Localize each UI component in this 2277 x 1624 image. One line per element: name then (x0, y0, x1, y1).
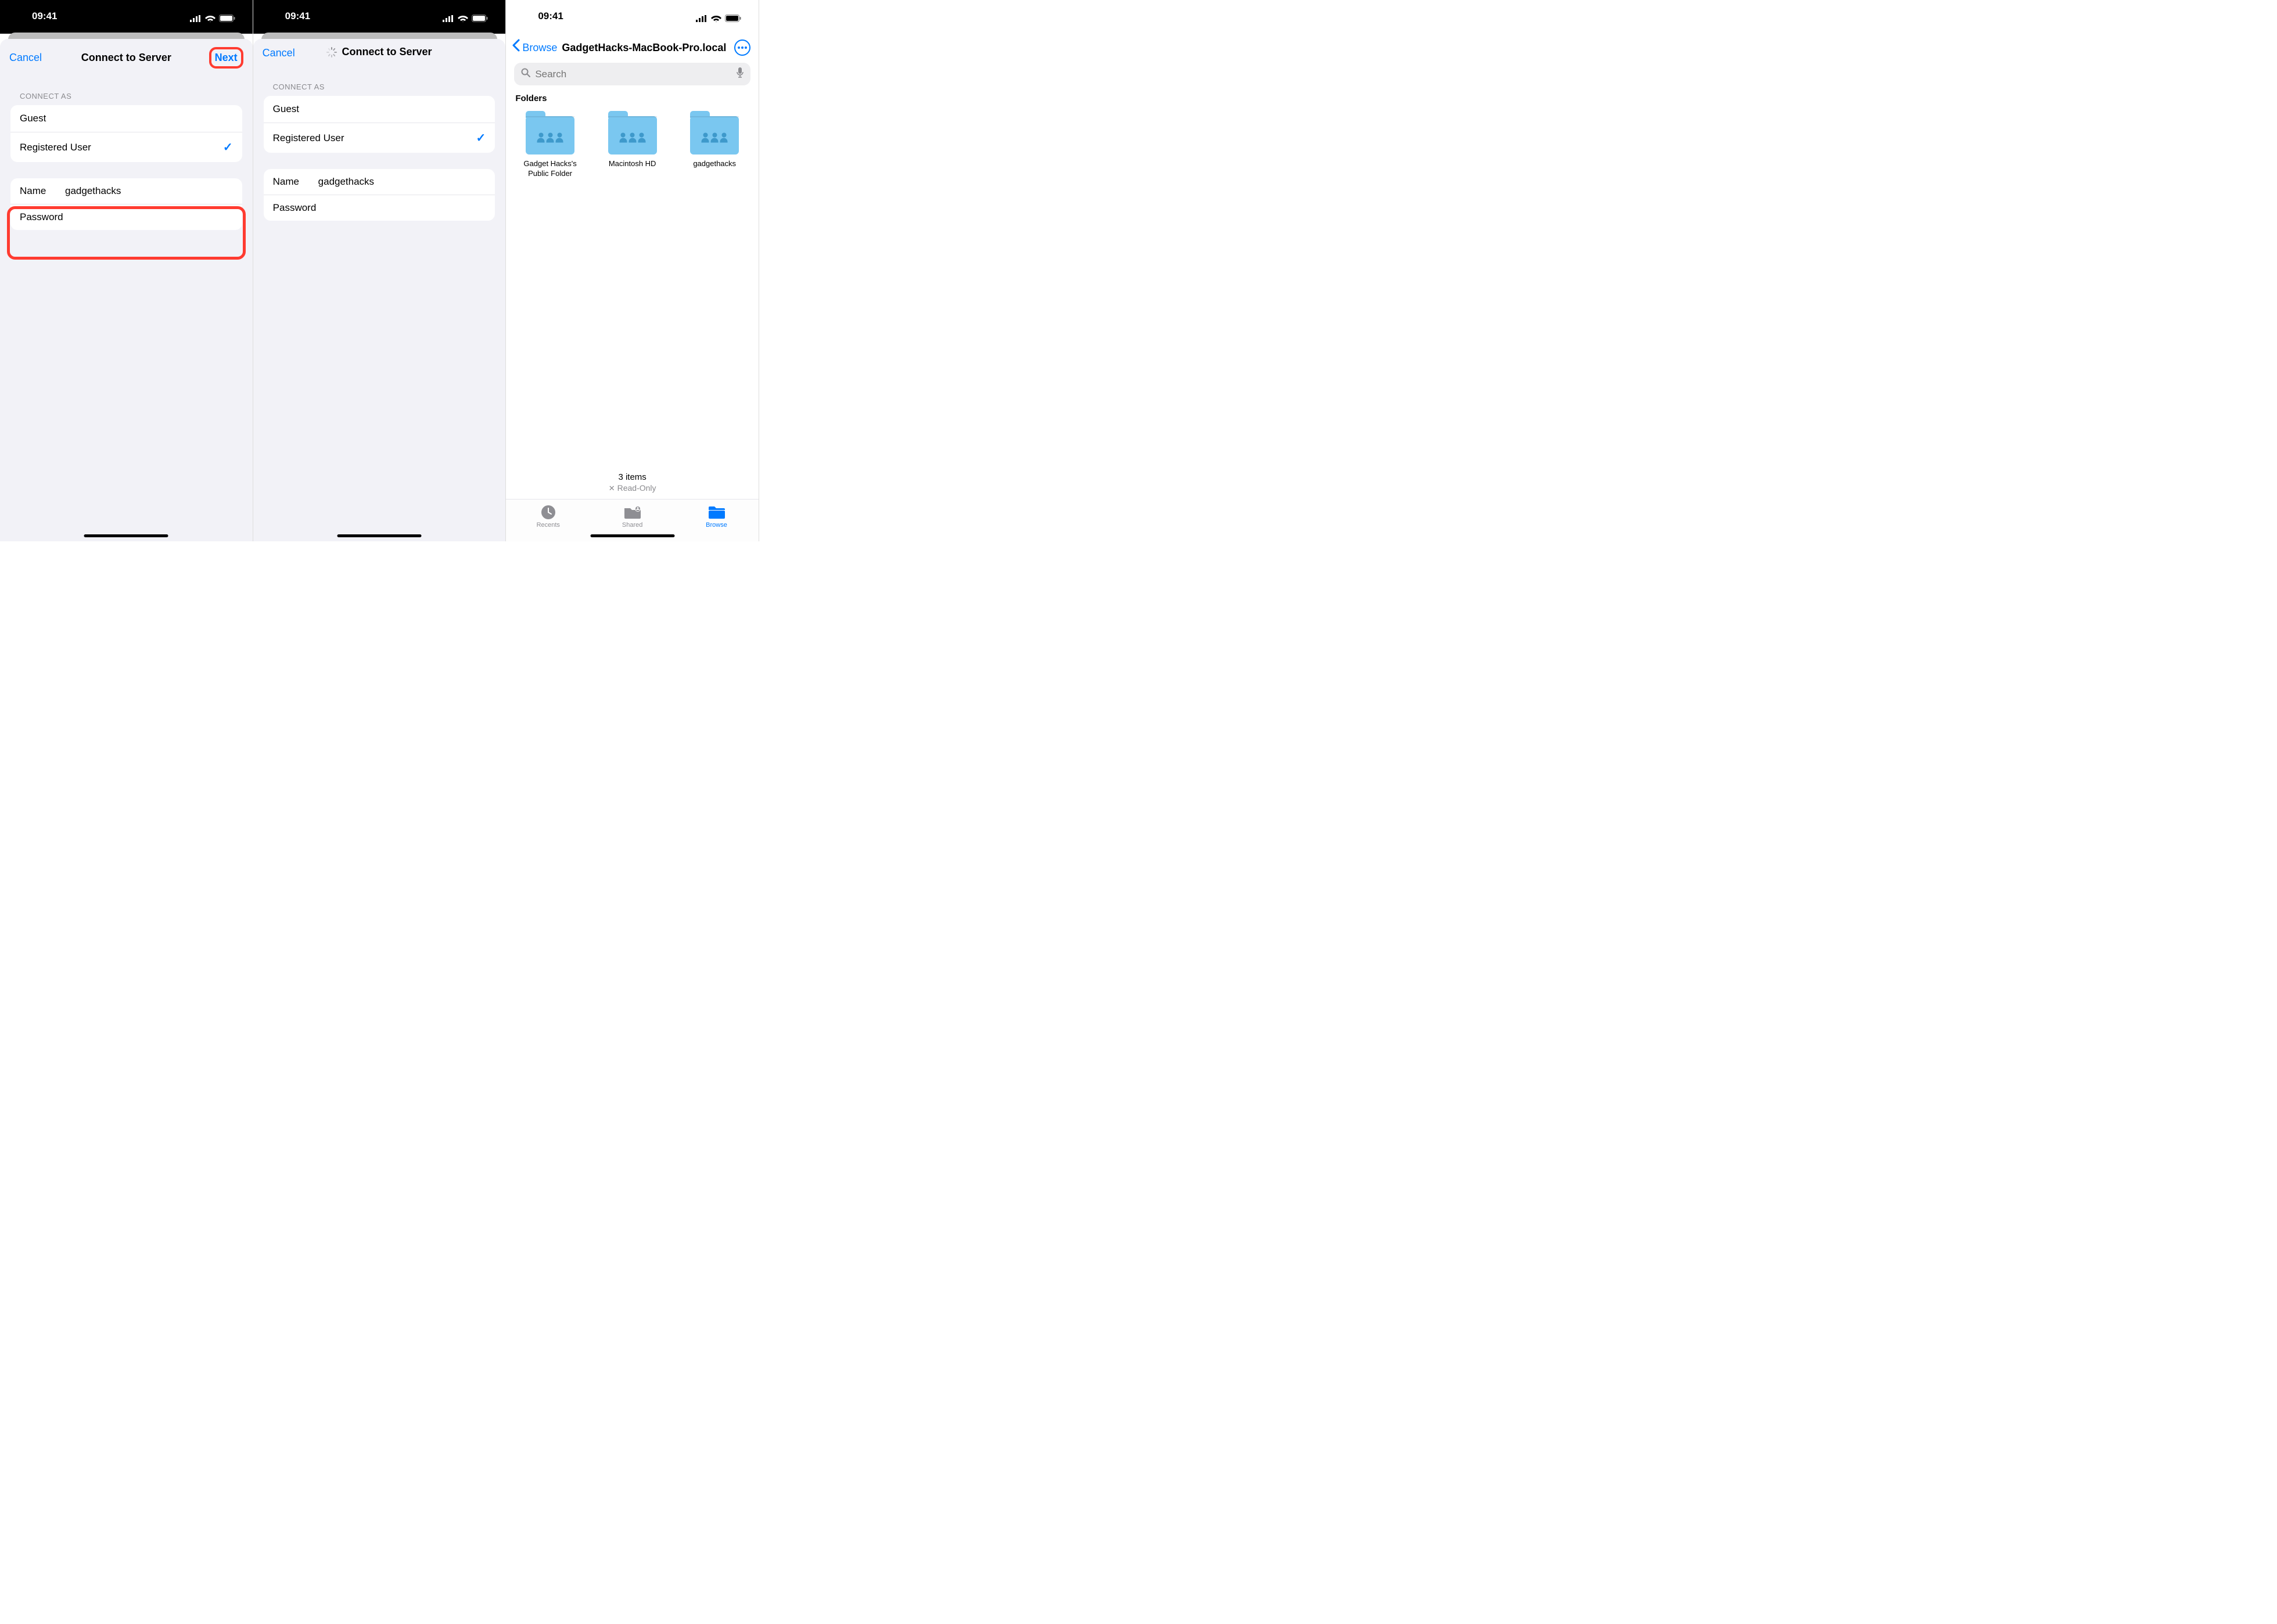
folder-grid: Gadget Hacks's Public Folder Macintosh H… (506, 109, 759, 179)
password-label: Password (273, 202, 318, 214)
wifi-icon (205, 15, 216, 22)
registered-label: Registered User (20, 142, 91, 153)
password-row[interactable]: Password (264, 195, 495, 221)
x-icon: ✕ (609, 484, 615, 493)
folder-macintosh-hd[interactable]: Macintosh HD (598, 116, 667, 179)
checkmark-icon: ✓ (476, 131, 486, 145)
cancel-button[interactable]: Cancel (9, 52, 56, 64)
username-row[interactable]: Name (264, 169, 495, 195)
checkmark-icon: ✓ (223, 140, 233, 155)
connect-sheet: Cancel Connect to Server Next CONNECT AS… (0, 39, 253, 541)
search-bar[interactable] (514, 63, 750, 85)
folder-gadgethacks[interactable]: gadgethacks (680, 116, 749, 179)
home-indicator[interactable] (590, 534, 674, 537)
folder-name: Macintosh HD (598, 159, 667, 169)
guest-option[interactable]: Guest (264, 96, 495, 123)
status-bar: 09:41 (0, 0, 253, 34)
cellular-icon (696, 15, 707, 22)
cancel-button[interactable]: Cancel (263, 47, 309, 59)
screen-connect-initial: 09:41 Cancel Connect to Server Next (0, 0, 253, 541)
sheet-title: Connect to Server (342, 46, 432, 58)
status-icons (696, 15, 741, 22)
password-row[interactable]: Password (10, 204, 242, 230)
next-button-wrap: Next (197, 47, 243, 69)
name-label: Name (20, 185, 65, 197)
search-icon (521, 68, 530, 80)
home-indicator[interactable] (337, 534, 421, 537)
location-title: GadgetHacks-MacBook-Pro.local (562, 42, 732, 54)
folder-icon (526, 116, 574, 155)
recents-tab[interactable]: Recents (519, 504, 577, 529)
connect-as-label: CONNECT AS (253, 66, 506, 96)
username-input[interactable] (318, 176, 486, 188)
guest-option[interactable]: Guest (10, 105, 242, 132)
wifi-icon (458, 15, 468, 22)
folder-name: gadgethacks (680, 159, 749, 169)
folders-section-label: Folders (506, 94, 759, 109)
search-input[interactable] (535, 69, 732, 80)
name-label: Name (273, 176, 318, 188)
password-label: Password (20, 211, 65, 223)
tab-label: Recents (519, 522, 577, 529)
registered-label: Registered User (273, 132, 344, 144)
readonly-label: Read-Only (617, 483, 656, 493)
folder-icon (688, 504, 746, 520)
status-icons (190, 15, 235, 22)
guest-label: Guest (20, 113, 46, 124)
password-input[interactable] (65, 211, 233, 223)
status-bar: 09:41 (253, 0, 506, 34)
home-indicator[interactable] (84, 534, 168, 537)
browse-tab[interactable]: Browse (688, 504, 746, 529)
battery-icon (472, 15, 488, 22)
connect-sheet: Cancel Connect to Server CONNECT AS Gues… (253, 39, 506, 541)
sheet-navbar: Cancel Connect to Server Next (0, 39, 253, 76)
wifi-icon (711, 15, 721, 22)
password-input[interactable] (318, 202, 486, 214)
registered-user-option[interactable]: Registered User ✓ (10, 132, 242, 162)
next-highlight: Next (209, 47, 243, 69)
username-input[interactable] (65, 185, 233, 197)
spinner-icon (326, 47, 337, 58)
tab-label: Shared (604, 522, 662, 529)
status-time: 09:41 (271, 10, 310, 22)
credentials-list: Name Password (10, 178, 242, 230)
back-button[interactable]: Browse (522, 42, 557, 54)
microphone-icon[interactable] (737, 67, 744, 81)
status-time: 09:41 (523, 10, 563, 22)
back-chevron-icon[interactable] (512, 38, 520, 56)
screen-files-browse: 09:41 Browse (506, 0, 759, 541)
more-options-button[interactable] (734, 39, 750, 56)
nav-header: Browse GadgetHacks-MacBook-Pro.local (506, 34, 759, 60)
battery-icon (725, 15, 741, 22)
tab-label: Browse (688, 522, 746, 529)
username-row[interactable]: Name (10, 178, 242, 204)
readonly-status: ✕Read-Only (506, 483, 759, 499)
cellular-icon (190, 15, 202, 22)
connect-as-list: Guest Registered User ✓ (264, 96, 495, 153)
item-count: 3 items (506, 472, 759, 483)
folder-public[interactable]: Gadget Hacks's Public Folder (515, 116, 585, 179)
battery-icon (219, 15, 235, 22)
connect-as-list: Guest Registered User ✓ (10, 105, 242, 162)
status-time: 09:41 (17, 10, 57, 22)
registered-user-option[interactable]: Registered User ✓ (264, 123, 495, 153)
folder-icon (690, 116, 739, 155)
shared-tab[interactable]: Shared (604, 504, 662, 529)
sheet-navbar: Cancel Connect to Server (253, 39, 506, 66)
connect-as-label: CONNECT AS (0, 76, 253, 105)
cellular-icon (443, 15, 454, 22)
status-icons (443, 15, 488, 22)
screen-connect-loading: 09:41 Cancel (253, 0, 507, 541)
shared-folder-icon (604, 504, 662, 520)
status-bar: 09:41 (506, 0, 759, 34)
folder-name: Gadget Hacks's Public Folder (515, 159, 585, 179)
credentials-list: Name Password (264, 169, 495, 221)
folder-icon (608, 116, 657, 155)
next-button[interactable]: Next (215, 52, 238, 63)
guest-label: Guest (273, 103, 299, 115)
clock-icon (519, 504, 577, 520)
